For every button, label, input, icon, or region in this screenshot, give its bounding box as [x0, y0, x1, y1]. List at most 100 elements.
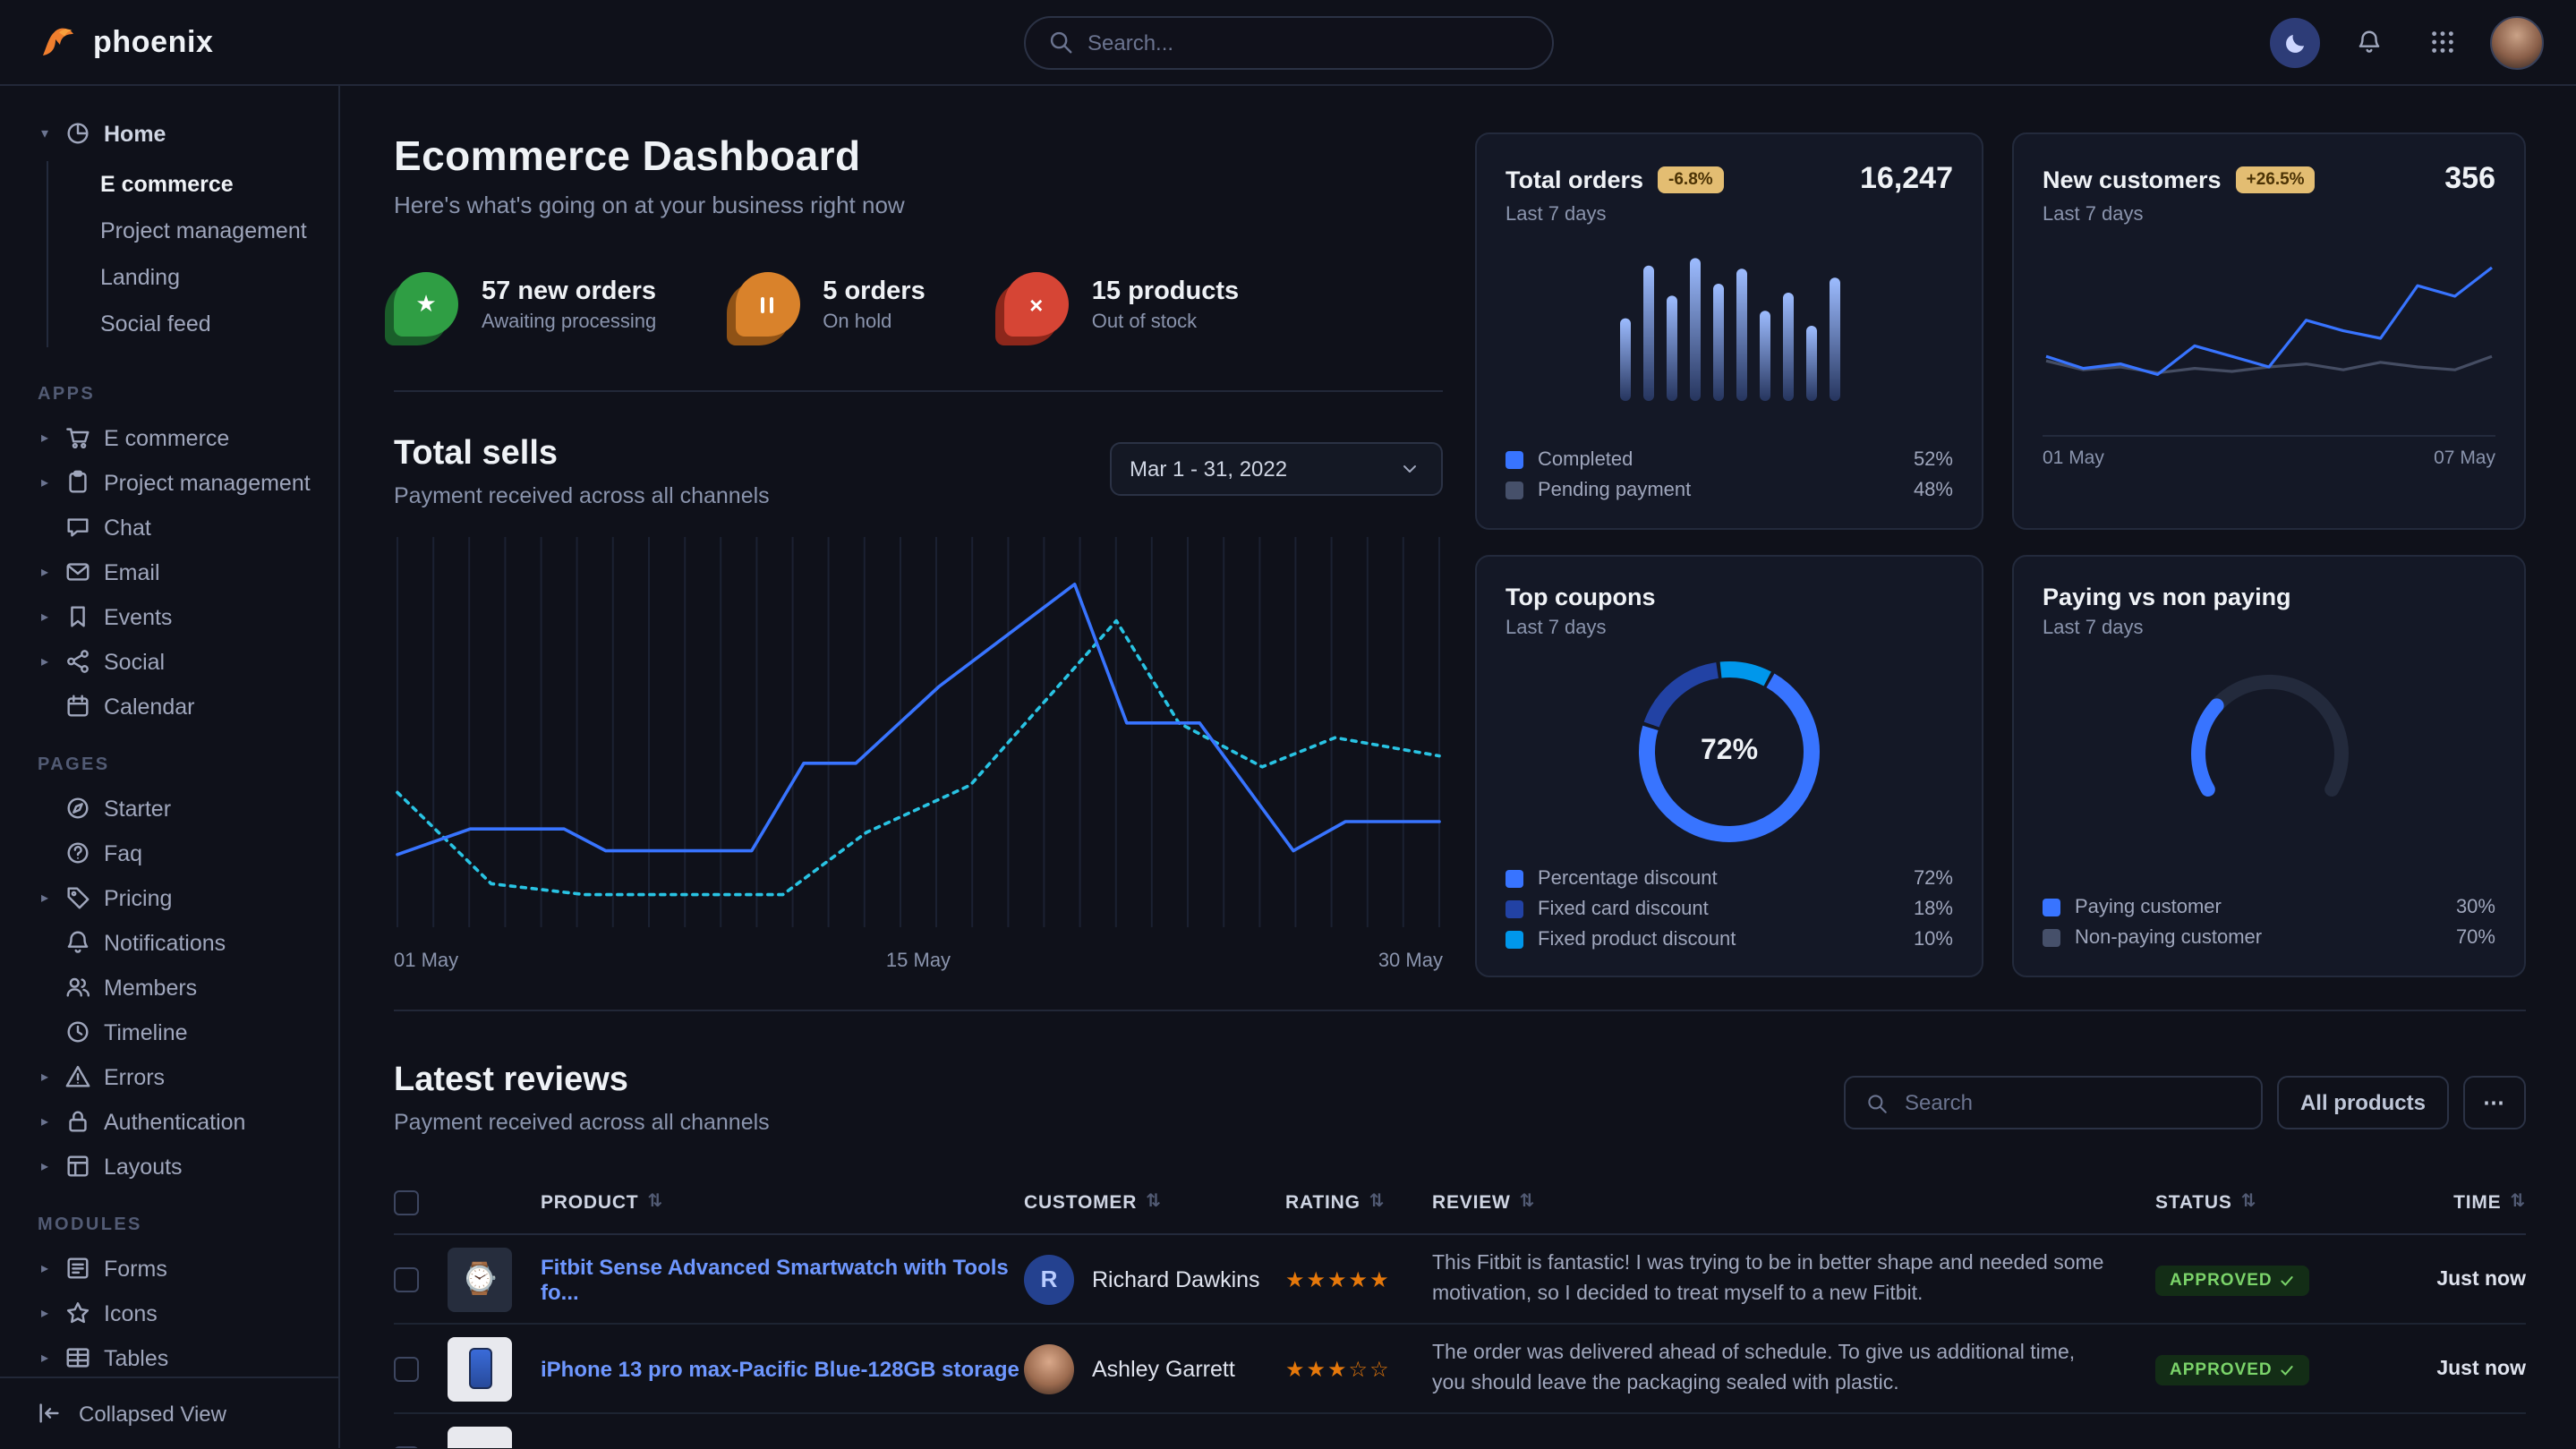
leaf-badge-green: ★ — [394, 272, 458, 337]
sidebar-item-layouts[interactable]: ▸ Layouts — [0, 1144, 338, 1189]
notifications-button[interactable] — [2343, 17, 2393, 67]
sidebar-item-events[interactable]: ▸ Events — [0, 594, 338, 639]
global-search-input[interactable] — [1088, 30, 1530, 55]
table-row: iPhone 13 pro max-Pacific Blue-128GB sto… — [394, 1325, 2526, 1414]
sort-icon[interactable]: ⇅ — [1369, 1192, 1386, 1212]
product-thumbnail[interactable] — [448, 1336, 512, 1401]
leaf-badge-orange — [735, 272, 799, 337]
chevron-down-icon: ▾ — [38, 125, 52, 141]
sort-icon[interactable]: ⇅ — [647, 1192, 663, 1212]
form-icon — [64, 1255, 91, 1282]
product-thumbnail[interactable]: ⌚ — [448, 1247, 512, 1311]
pause-icon — [761, 296, 774, 312]
top-navbar: phoenix — [0, 0, 2576, 86]
more-options-button[interactable]: ⋯ — [2463, 1076, 2526, 1129]
user-avatar[interactable] — [2490, 15, 2544, 69]
sort-icon[interactable]: ⇅ — [1520, 1192, 1536, 1212]
sidebar-item-starter[interactable]: Starter — [0, 786, 338, 831]
customer-cell[interactable]: Ashley Garrett — [1024, 1343, 1285, 1394]
collapsed-view-toggle[interactable]: Collapsed View — [0, 1377, 338, 1448]
donut-center-value: 72% — [1631, 653, 1828, 850]
clipboard-icon — [64, 469, 91, 496]
product-link[interactable]: Fitbit Sense Advanced Smartwatch with To… — [541, 1254, 1024, 1304]
brand-name: phoenix — [93, 24, 214, 60]
review-text: This Fitbit is fantastic! I was trying t… — [1432, 1249, 2155, 1309]
table-row: ⌚ Fitbit Sense Advanced Smartwatch with … — [394, 1235, 2526, 1325]
new-customers-card: New customers +26.5% 356 Last 7 days 01 … — [2012, 132, 2526, 530]
sidebar-item-pricing[interactable]: ▸ Pricing — [0, 875, 338, 920]
sidebar-item-errors[interactable]: ▸ Errors — [0, 1054, 338, 1099]
stat-out-of-stock: × 15 products Out of stock — [1004, 272, 1239, 337]
row-checkbox[interactable] — [394, 1266, 419, 1291]
row-checkbox[interactable] — [394, 1356, 419, 1381]
lock-icon — [64, 1108, 91, 1135]
customer-cell[interactable]: R Richard Dawkins — [1024, 1254, 1285, 1304]
sidebar-item-email[interactable]: ▸ Email — [0, 550, 338, 594]
product-thumbnail[interactable] — [448, 1426, 512, 1448]
sidebar-item-calendar[interactable]: Calendar — [0, 684, 338, 729]
sidebar-item-notifications[interactable]: Notifications — [0, 920, 338, 965]
all-products-button[interactable]: All products — [2277, 1076, 2449, 1129]
status-badge: APPROVED — [2155, 1355, 2310, 1385]
chevron-right-icon: ▸ — [38, 1260, 52, 1276]
sidebar-item-icons[interactable]: ▸ Icons — [0, 1291, 338, 1335]
sidebar-item-ecommerce-app[interactable]: ▸ E commerce — [0, 415, 338, 460]
sidebar-item-tables[interactable]: ▸ Tables — [0, 1335, 338, 1377]
reviews-search-input[interactable] — [1905, 1090, 2243, 1115]
clock-icon — [64, 1019, 91, 1045]
search-icon — [1046, 29, 1073, 55]
review-text: The order was delivered ahead of schedul… — [1432, 1339, 2155, 1399]
brand-logo[interactable]: phoenix — [36, 21, 214, 64]
chevron-down-icon — [1396, 458, 1423, 480]
sidebar-item-members[interactable]: Members — [0, 965, 338, 1010]
sidebar-item-home[interactable]: ▾ Home — [0, 111, 338, 156]
chevron-right-icon: ▸ — [38, 564, 52, 580]
theme-toggle-button[interactable] — [2270, 17, 2320, 67]
legend-percentage-discount: Percentage discount 72% — [1506, 868, 1953, 890]
top-coupons-donut-chart: 72% — [1631, 653, 1828, 850]
main-content: Ecommerce Dashboard Here's what's going … — [340, 86, 2576, 1448]
tag-icon — [64, 884, 91, 911]
row-checkbox[interactable] — [394, 1445, 419, 1448]
global-search[interactable] — [1023, 15, 1553, 69]
leaf-badge-red: × — [1004, 272, 1069, 337]
check-icon — [2280, 1273, 2296, 1289]
select-all-checkbox[interactable] — [394, 1189, 419, 1215]
apps-menu-button[interactable] — [2417, 17, 2467, 67]
home-submenu: E commerce Project management Landing So… — [47, 161, 338, 347]
dashboard-left-column: Ecommerce Dashboard Here's what's going … — [394, 132, 1443, 977]
product-link[interactable]: iPhone 13 pro max-Pacific Blue-128GB sto… — [541, 1356, 1024, 1381]
status-badge: APPROVED — [2155, 1266, 2310, 1296]
date-range-select[interactable]: Mar 1 - 31, 2022 — [1110, 442, 1443, 496]
sort-icon[interactable]: ⇅ — [2510, 1192, 2526, 1212]
share-icon — [64, 648, 91, 675]
sidebar-item-forms[interactable]: ▸ Forms — [0, 1246, 338, 1291]
chevron-right-icon: ▸ — [38, 653, 52, 669]
moon-icon — [2282, 30, 2308, 55]
chevron-right-icon: ▸ — [38, 1158, 52, 1174]
sort-icon[interactable]: ⇅ — [1146, 1192, 1162, 1212]
time-cell: Just now — [2367, 1268, 2526, 1290]
grid-dots-icon — [2428, 29, 2455, 55]
sidebar-subitem-landing[interactable]: Landing — [48, 254, 338, 301]
sidebar-subitem-ecommerce[interactable]: E commerce — [48, 161, 338, 208]
latest-reviews-title: Latest reviews — [394, 1061, 770, 1101]
legend-completed: Completed 52% — [1506, 449, 1953, 471]
sidebar-item-chat[interactable]: Chat — [0, 505, 338, 550]
sidebar-item-project-management-app[interactable]: ▸ Project management — [0, 460, 338, 505]
search-icon — [1864, 1091, 1890, 1114]
reviews-search[interactable] — [1844, 1076, 2263, 1129]
bell-icon — [2355, 27, 2382, 57]
sort-icon[interactable]: ⇅ — [2241, 1192, 2257, 1212]
divider — [394, 1010, 2526, 1011]
sidebar-subitem-social-feed[interactable]: Social feed — [48, 301, 338, 347]
table-icon — [64, 1344, 91, 1371]
sidebar-item-social[interactable]: ▸ Social — [0, 639, 338, 684]
mail-icon — [64, 558, 91, 585]
layout-icon — [64, 1153, 91, 1180]
sidebar-item-faq[interactable]: Faq — [0, 831, 338, 875]
chevron-right-icon: ▸ — [38, 1069, 52, 1085]
sidebar-subitem-project-management[interactable]: Project management — [48, 208, 338, 254]
sidebar-item-authentication[interactable]: ▸ Authentication — [0, 1099, 338, 1144]
sidebar-item-timeline[interactable]: Timeline — [0, 1010, 338, 1054]
